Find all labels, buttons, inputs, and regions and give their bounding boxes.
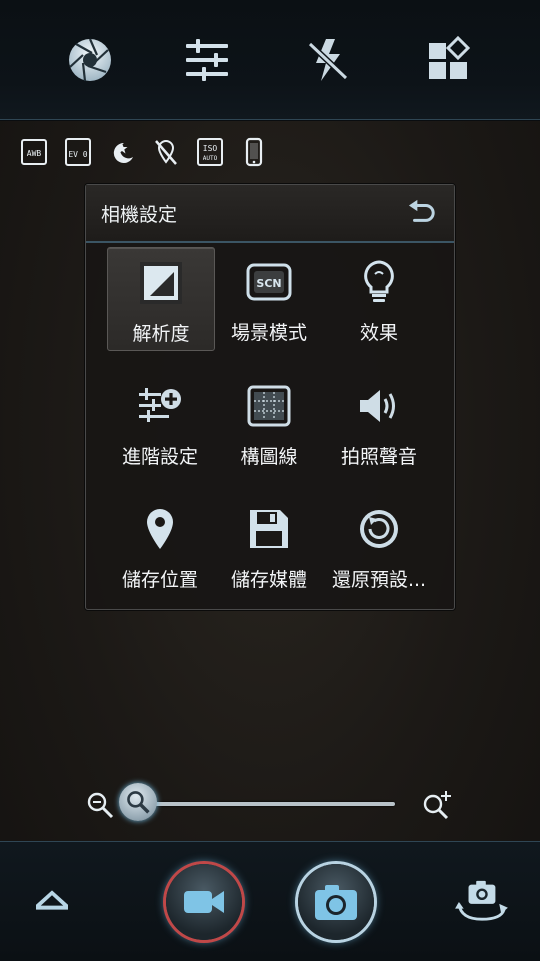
ev-indicator: EV 0 xyxy=(64,136,92,168)
awb-icon: AWB xyxy=(21,139,47,165)
effects-option[interactable]: 效果 xyxy=(326,247,432,349)
zoom-out-icon[interactable] xyxy=(85,790,115,820)
shutter-sound-label: 拍照聲音 xyxy=(340,446,417,468)
shutter-sound-option[interactable]: 拍照聲音 xyxy=(326,371,432,473)
save-media-option[interactable]: 儲存媒體 xyxy=(216,494,322,596)
svg-text:EV 0: EV 0 xyxy=(68,150,87,159)
panel-title: 相機設定 xyxy=(101,204,178,226)
svg-text:AWB: AWB xyxy=(27,149,42,158)
advanced-settings-label: 進階設定 xyxy=(121,446,198,468)
save-media-label: 儲存媒體 xyxy=(230,569,307,591)
chevron-up-icon xyxy=(36,890,68,910)
iso-auto-icon: ISO AUTO xyxy=(197,138,223,166)
video-camera-icon xyxy=(184,891,224,913)
grid-lines-option[interactable]: 構圖線 xyxy=(216,371,322,473)
grid-lines-label: 構圖線 xyxy=(240,446,298,468)
location-off-icon xyxy=(155,139,177,165)
sliders-icon xyxy=(186,39,228,81)
back-arrow-icon xyxy=(408,199,435,222)
flash-off-button[interactable] xyxy=(298,30,358,90)
awb-indicator: AWB xyxy=(20,136,48,168)
zoom-track[interactable] xyxy=(155,802,395,806)
camera-icon xyxy=(315,885,357,920)
switch-camera-button[interactable] xyxy=(452,876,510,926)
svg-text:AUTO: AUTO xyxy=(203,155,218,162)
advanced-settings-icon xyxy=(139,388,181,422)
save-location-option[interactable]: 儲存位置 xyxy=(107,494,213,596)
scene-icon: SCN xyxy=(246,263,292,301)
night-indicator xyxy=(107,136,135,168)
back-button[interactable] xyxy=(404,195,440,229)
shutter-button[interactable] xyxy=(298,864,374,940)
iso-indicator: ISO AUTO xyxy=(196,136,224,168)
ev-icon: EV 0 xyxy=(65,138,91,166)
night-mode-icon xyxy=(113,142,133,163)
location-pin-icon xyxy=(147,509,173,549)
zoom-thumb[interactable] xyxy=(119,783,157,821)
video-mode-button[interactable] xyxy=(166,864,242,940)
zoom-slider[interactable] xyxy=(85,780,460,828)
resolution-label: 解析度 xyxy=(132,323,190,345)
grid-lines-icon xyxy=(247,385,291,427)
save-location-label: 儲存位置 xyxy=(121,569,198,591)
resolution-option[interactable]: 解析度 xyxy=(107,247,215,351)
magnifier-icon xyxy=(127,791,150,814)
gps-off-indicator xyxy=(152,136,180,168)
storage-indicator xyxy=(240,136,268,168)
sound-icon xyxy=(360,390,395,422)
settings-sliders-button[interactable] xyxy=(177,30,237,90)
camera-settings-panel: 相機設定 解析度 SCN 場景模式 效果 進階設定 構圖線 拍照聲音 儲存位置 … xyxy=(85,184,455,610)
zoom-in-icon[interactable] xyxy=(421,790,451,820)
bulb-icon xyxy=(364,260,394,302)
aperture-icon xyxy=(69,38,111,82)
aperture-button[interactable] xyxy=(60,30,120,90)
restore-defaults-label: 還原預設... xyxy=(331,569,427,591)
expand-button[interactable] xyxy=(28,880,76,920)
phone-storage-icon xyxy=(245,137,263,167)
flash-off-icon xyxy=(307,39,349,81)
save-media-icon xyxy=(250,510,288,548)
svg-text:SCN: SCN xyxy=(256,277,281,290)
advanced-settings-option[interactable]: 進階設定 xyxy=(107,371,213,473)
mode-select-button[interactable] xyxy=(418,30,478,90)
bottom-toolbar xyxy=(0,841,540,961)
restore-defaults-option[interactable]: 還原預設... xyxy=(326,494,432,596)
switch-camera-icon xyxy=(455,880,508,921)
panel-header: 相機設定 xyxy=(86,185,454,243)
scene-mode-label: 場景模式 xyxy=(230,322,307,344)
effects-label: 效果 xyxy=(359,322,398,344)
resolution-icon xyxy=(140,262,182,304)
scene-mode-option[interactable]: SCN 場景模式 xyxy=(216,247,322,349)
svg-text:ISO: ISO xyxy=(203,144,218,153)
mode-grid-icon xyxy=(429,36,471,79)
top-toolbar xyxy=(0,0,540,120)
restore-icon xyxy=(360,510,398,548)
